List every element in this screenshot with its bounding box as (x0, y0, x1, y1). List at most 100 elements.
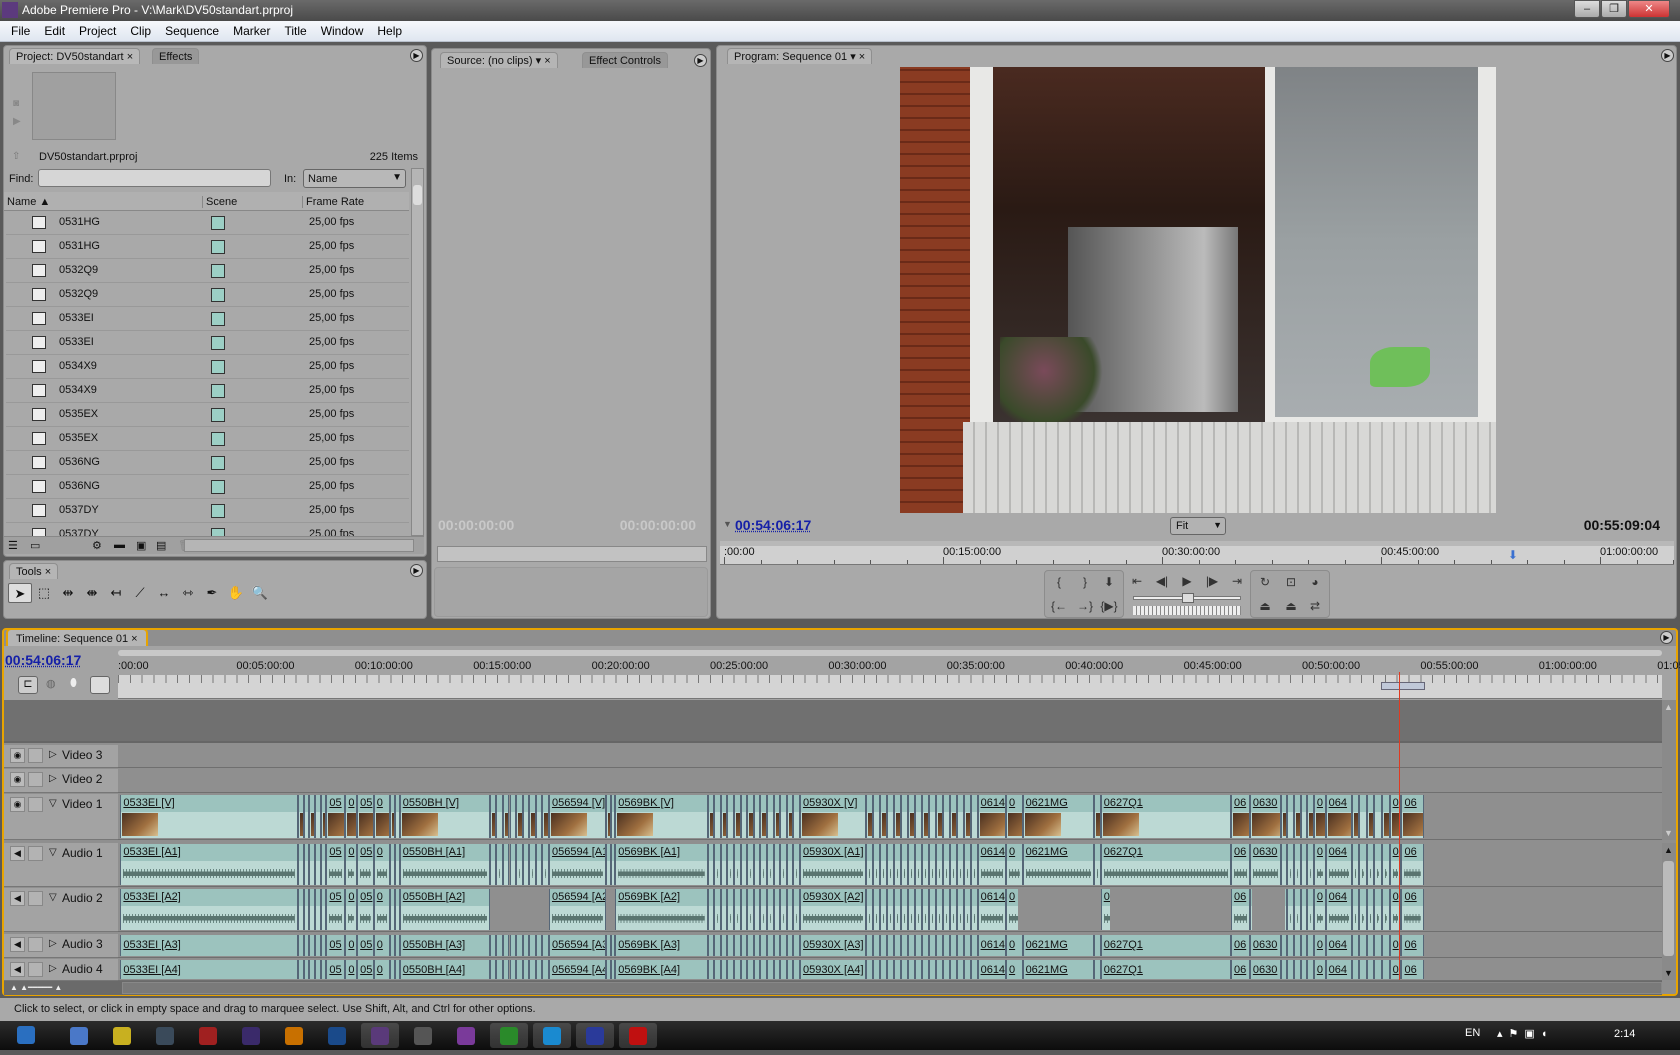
timeline-clip[interactable]: 0 (1313, 960, 1326, 979)
timeline-clip[interactable] (866, 960, 874, 979)
timeline-clip[interactable]: 0550BH [V] (399, 795, 490, 838)
timeline-clip[interactable] (1300, 795, 1308, 838)
timeline-clip[interactable] (942, 889, 950, 930)
timeline-clip[interactable] (880, 889, 888, 930)
timeline-clip[interactable] (1287, 844, 1294, 885)
timeline-clip[interactable] (535, 844, 543, 885)
timeline-clip[interactable] (880, 795, 888, 838)
timeline-playhead[interactable] (1399, 672, 1401, 980)
timeline-clip[interactable] (747, 889, 754, 930)
timeline-clip[interactable] (727, 960, 734, 979)
window-title-bar[interactable]: Adobe Premiere Pro - V:\Mark\DV50standar… (0, 0, 1680, 21)
timeline-clip[interactable] (1351, 889, 1360, 930)
list-item[interactable]: 0534X9 25,00 fps (6, 379, 409, 403)
timeline-clip[interactable] (760, 889, 767, 930)
steam-taskbar-icon[interactable] (146, 1023, 184, 1048)
timeline-clip[interactable]: 0569BK [A3] (615, 935, 708, 956)
timeline-clip[interactable]: 05 (326, 889, 346, 930)
in-select[interactable]: Name ▼ (303, 169, 406, 188)
timeline-clip[interactable] (535, 935, 543, 956)
save-taskbar-icon[interactable] (576, 1023, 614, 1048)
menu-title[interactable]: Title (277, 24, 313, 38)
list-item[interactable]: 0532Q9 25,00 fps (6, 283, 409, 307)
program-current-timecode[interactable]: 00:54:06:17 (735, 517, 811, 533)
timeline-clip[interactable]: 05 (357, 889, 374, 930)
panel-menu-button[interactable]: ▶ (694, 54, 707, 67)
timeline-clip[interactable]: 06 (1401, 795, 1424, 838)
timeline-clip[interactable] (727, 935, 734, 956)
timeline-clip[interactable] (509, 844, 517, 885)
list-item[interactable]: 0531HG 25,00 fps (6, 211, 409, 235)
timeline-clip[interactable] (1351, 960, 1360, 979)
timeline-clip[interactable] (522, 844, 530, 885)
timeline-clip[interactable] (707, 935, 715, 956)
pen-tool-icon[interactable]: ✒ (200, 583, 224, 603)
source-ruler[interactable] (437, 546, 707, 562)
timeline-clip[interactable] (914, 795, 922, 838)
timeline-clip[interactable]: 06 (1401, 844, 1424, 885)
timeline-clip[interactable] (502, 960, 510, 979)
timeline-clip[interactable] (720, 844, 728, 885)
output-icon[interactable]: ◕ (1305, 573, 1325, 591)
menu-help[interactable]: Help (370, 24, 409, 38)
automate-icon[interactable]: ⚙ (92, 539, 102, 552)
timeline-clip[interactable]: 06 (1230, 795, 1250, 838)
timeline-clip[interactable]: 0614 (977, 960, 1006, 979)
tab-timeline[interactable]: Timeline: Sequence 01 × (6, 628, 148, 646)
timeline-clip[interactable] (1366, 889, 1375, 930)
list-item[interactable]: 0536NG 25,00 fps (6, 475, 409, 499)
empty-gap[interactable] (489, 888, 549, 931)
timeline-clip[interactable] (727, 844, 734, 885)
lock-toggle[interactable] (28, 937, 43, 952)
timeline-clip[interactable]: 0533EI [A2] (120, 889, 298, 930)
timeline-clip[interactable] (928, 889, 936, 930)
timeline-clip[interactable]: 0 (1313, 889, 1326, 930)
column-name[interactable]: Name ▲ (7, 196, 50, 208)
timeline-clip[interactable] (873, 889, 881, 930)
tab-project[interactable]: Project: DV50standart × (9, 48, 141, 64)
timeline-clip[interactable] (970, 935, 978, 956)
timeline-clip[interactable] (496, 795, 503, 838)
timeline-clip[interactable] (1093, 960, 1101, 979)
timeline-clip[interactable]: 0533EI [A1] (120, 844, 298, 885)
timeline-clip[interactable] (942, 960, 950, 979)
timeline-clip[interactable] (921, 795, 929, 838)
timeline-clip[interactable] (753, 889, 761, 930)
lift-icon[interactable]: ⏏ (1255, 597, 1275, 615)
timeline-clip[interactable] (1293, 844, 1301, 885)
timeline-clip[interactable]: 0627Q1 (1100, 960, 1231, 979)
timeline-clip[interactable] (894, 795, 902, 838)
timeline-clip[interactable] (1093, 844, 1101, 885)
timeline-clip[interactable]: 056594 [A2] (548, 889, 606, 930)
timeline-clip[interactable] (1374, 795, 1383, 838)
add-marker-icon[interactable]: ⬮ (70, 677, 77, 690)
timeline-clip[interactable] (1359, 795, 1367, 838)
step-back-icon[interactable]: ◀| (1152, 572, 1172, 590)
list-item[interactable]: 0537DY 25,00 fps (6, 499, 409, 523)
timeline-clip[interactable] (942, 935, 950, 956)
timeline-clip[interactable] (720, 935, 728, 956)
timeline-clip[interactable] (1280, 795, 1288, 838)
timeline-clip[interactable] (935, 935, 943, 956)
timeline-clip[interactable] (1280, 960, 1288, 979)
timeline-clip[interactable] (956, 795, 964, 838)
timeline-clip[interactable]: 05930X [A4] (799, 960, 867, 979)
menu-sequence[interactable]: Sequence (158, 24, 226, 38)
timeline-clip[interactable] (1300, 960, 1308, 979)
timeline-clip[interactable]: 0550BH [A3] (399, 935, 490, 956)
timeline-clip[interactable] (747, 960, 754, 979)
timeline-clip[interactable]: 056594 [A3] (548, 935, 606, 956)
timeline-clip[interactable] (894, 889, 902, 930)
timeline-clip[interactable] (767, 889, 774, 930)
timeline-clip[interactable] (786, 795, 794, 838)
snap-toggle-icon[interactable]: ⊏ (18, 676, 38, 694)
menu-project[interactable]: Project (72, 24, 123, 38)
timeline-clip[interactable] (1307, 844, 1314, 885)
horizontal-scrollbar[interactable] (184, 539, 414, 552)
panel-menu-button[interactable]: ▶ (410, 49, 423, 62)
timeline-clip[interactable] (780, 844, 787, 885)
timeline-clip[interactable] (753, 844, 761, 885)
tray-icons[interactable]: ▴⚑▣◖ (1497, 1027, 1553, 1040)
timeline-clip[interactable]: 0 (1313, 935, 1326, 956)
list-item[interactable]: 0533EI 25,00 fps (6, 331, 409, 355)
